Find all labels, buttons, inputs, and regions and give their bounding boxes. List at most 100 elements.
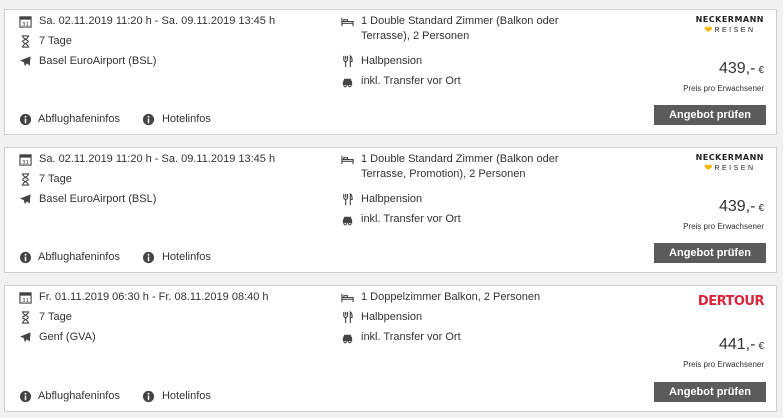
hourglass-icon (18, 172, 32, 186)
info-icon (142, 250, 156, 264)
duration: 7 Tage (39, 173, 72, 185)
hotel-info-label: Hotelinfos (161, 251, 211, 263)
car-icon (340, 74, 354, 88)
calendar-icon: 31 (18, 152, 32, 166)
transfer-row: inkl. Transfer vor Ort (340, 74, 580, 89)
travel-date: Fr. 01.11.2019 06:30 h - Fr. 08.11.2019 … (39, 291, 269, 303)
price: 441,- € (719, 336, 764, 354)
duration-row: 7 Tage (18, 34, 72, 49)
offer-card: 31 Fr. 01.11.2019 06:30 h - Fr. 08.11.20… (4, 285, 777, 412)
airport-info-link[interactable]: Abflughafeninfos (18, 389, 120, 403)
svg-text:31: 31 (21, 22, 29, 28)
info-links: Abflughafeninfos Hotelinfos (18, 389, 211, 403)
cutlery-icon (340, 54, 354, 68)
heart-icon: ❤ (704, 25, 713, 36)
departure-airport: Basel EuroAirport (BSL) (39, 55, 157, 67)
cutlery-icon (340, 192, 354, 206)
transfer-info: inkl. Transfer vor Ort (361, 331, 461, 343)
bed-icon (340, 152, 354, 166)
check-offer-button[interactable]: Angebot prüfen (654, 105, 766, 125)
duration-row: 7 Tage (18, 310, 72, 325)
info-links: Abflughafeninfos Hotelinfos (18, 250, 211, 264)
hourglass-icon (18, 34, 32, 48)
room-description: 1 Double Standard Zimmer (Balkon oder Te… (361, 15, 559, 42)
offer-list: 31 Sa. 02.11.2019 11:20 h - Sa. 09.11.20… (0, 0, 783, 418)
price-currency: € (758, 65, 764, 76)
hourglass-icon (18, 310, 32, 324)
price-amount: 441,- (718, 336, 756, 353)
duration: 7 Tage (39, 35, 72, 47)
neckermann-logo-line2: REISEN (714, 27, 756, 34)
transfer-row: inkl. Transfer vor Ort (340, 212, 580, 227)
departure-airport: Basel EuroAirport (BSL) (39, 193, 157, 205)
travel-date: Sa. 02.11.2019 11:20 h - Sa. 09.11.2019 … (39, 15, 276, 27)
hotel-info-link[interactable]: Hotelinfos (142, 112, 211, 126)
board-row: Halbpension (340, 192, 580, 207)
board-row: Halbpension (340, 310, 580, 325)
transfer-row: inkl. Transfer vor Ort (340, 330, 580, 345)
svg-text:31: 31 (21, 298, 29, 304)
travel-date-row: 31 Fr. 01.11.2019 06:30 h - Fr. 08.11.20… (18, 290, 269, 305)
travel-date: Sa. 02.11.2019 11:20 h - Sa. 09.11.2019 … (39, 153, 276, 165)
room-description: 1 Double Standard Zimmer (Balkon oder Te… (361, 153, 559, 180)
info-icon (142, 389, 156, 403)
offer-card: 31 Sa. 02.11.2019 11:20 h - Sa. 09.11.20… (4, 147, 777, 273)
room-row: 1 Double Standard Zimmer (Balkon oder Te… (340, 152, 580, 182)
board-type: Halbpension (361, 55, 423, 67)
info-icon (142, 112, 156, 126)
check-offer-button[interactable]: Angebot prüfen (654, 382, 766, 402)
heart-icon: ❤ (704, 163, 713, 174)
airport-row: Genf (GVA) (18, 330, 96, 345)
info-icon (18, 112, 32, 126)
cutlery-icon (340, 310, 354, 324)
car-icon (340, 212, 354, 226)
airport-info-link[interactable]: Abflughafeninfos (18, 250, 120, 264)
check-offer-button[interactable]: Angebot prüfen (654, 243, 766, 263)
price: 439,- € (719, 60, 764, 78)
room-row: 1 Doppelzimmer Balkon, 2 Personen (340, 290, 580, 305)
car-icon (340, 330, 354, 344)
neckermann-logo-line1: NECKERMANN (695, 153, 764, 162)
price-amount: 439,- (718, 60, 756, 77)
hotel-info-label: Hotelinfos (161, 113, 211, 125)
hotel-info-link[interactable]: Hotelinfos (142, 389, 211, 403)
airport-row: Basel EuroAirport (BSL) (18, 192, 156, 207)
airport-info-link[interactable]: Abflughafeninfos (18, 112, 120, 126)
calendar-icon: 31 (18, 290, 32, 304)
neckermann-logo-line2: REISEN (714, 165, 756, 172)
info-icon (18, 389, 32, 403)
travel-date-row: 31 Sa. 02.11.2019 11:20 h - Sa. 09.11.20… (18, 14, 275, 29)
board-type: Halbpension (361, 193, 423, 205)
bed-icon (340, 290, 354, 304)
room-description: 1 Doppelzimmer Balkon, 2 Personen (361, 291, 541, 303)
dertour-logo: DERTOUR (697, 294, 765, 309)
transfer-info: inkl. Transfer vor Ort (361, 213, 461, 225)
tour-operator-logo: DERTOUR (697, 291, 765, 309)
price: 439,- € (719, 198, 764, 216)
airport-info-label: Abflughafeninfos (38, 251, 120, 263)
duration: 7 Tage (39, 311, 72, 323)
duration-row: 7 Tage (18, 172, 72, 187)
hotel-info-link[interactable]: Hotelinfos (142, 250, 211, 264)
board-type: Halbpension (361, 311, 423, 323)
bed-icon (340, 14, 354, 28)
airport-info-label: Abflughafeninfos (38, 113, 120, 125)
neckermann-logo-line1: NECKERMANN (695, 15, 764, 24)
offer-card: 31 Sa. 02.11.2019 11:20 h - Sa. 09.11.20… (4, 9, 777, 135)
board-row: Halbpension (340, 54, 580, 69)
calendar-icon: 31 (18, 14, 32, 28)
travel-date-row: 31 Sa. 02.11.2019 11:20 h - Sa. 09.11.20… (18, 152, 275, 167)
price-currency: € (758, 341, 764, 352)
plane-icon (18, 54, 32, 68)
departure-airport: Genf (GVA) (39, 331, 96, 343)
plane-icon (18, 192, 32, 206)
price-note: Preis pro Erwachsener (683, 360, 764, 369)
svg-text:31: 31 (21, 160, 29, 166)
info-icon (18, 250, 32, 264)
plane-icon (18, 330, 32, 344)
tour-operator-logo: NECKERMANN ❤ REISEN (696, 153, 764, 174)
price-currency: € (758, 203, 764, 214)
room-row: 1 Double Standard Zimmer (Balkon oder Te… (340, 14, 580, 44)
price-note: Preis pro Erwachsener (683, 222, 764, 231)
info-links: Abflughafeninfos Hotelinfos (18, 112, 211, 126)
